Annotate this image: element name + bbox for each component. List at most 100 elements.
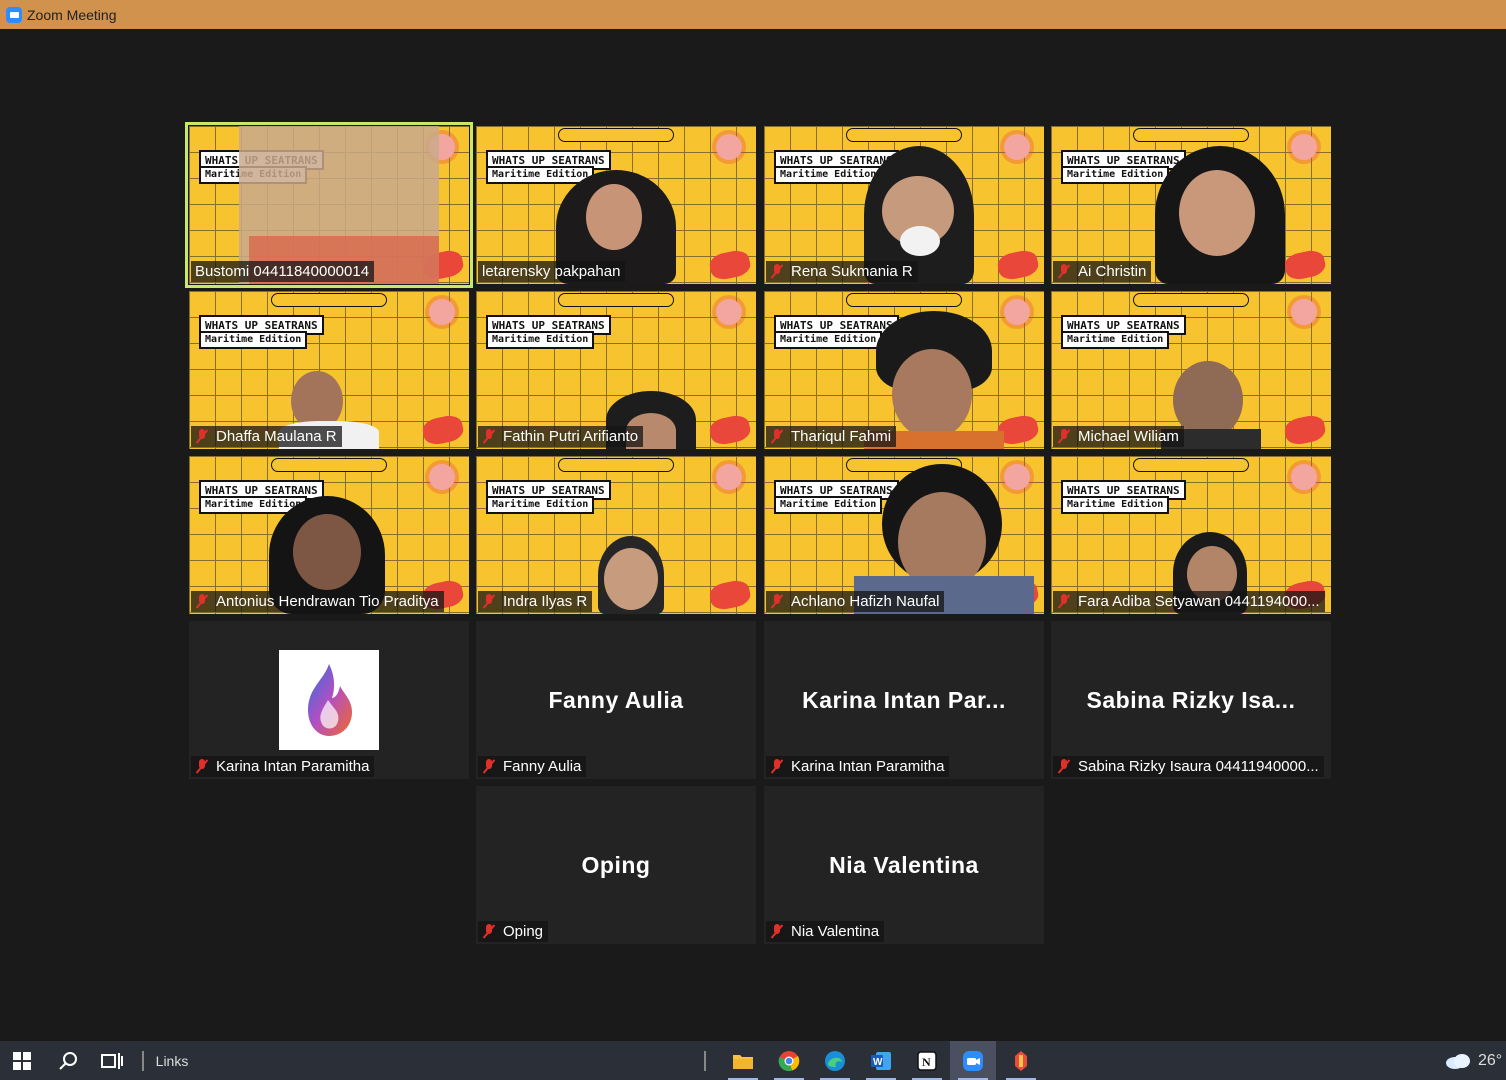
video-tile[interactable]: WHATS UP SEATRANS Maritime Edition Anton… — [189, 456, 469, 614]
muted-microphone-icon — [482, 594, 496, 609]
video-tile[interactable]: Nia Valentina Nia Valentina — [764, 786, 1044, 944]
muted-microphone-icon — [770, 429, 784, 444]
participant-name-label: Fathin Putri Arifianto — [478, 426, 644, 447]
video-tile[interactable]: WHATS UP SEATRANS Maritime Edition Achla… — [764, 456, 1044, 614]
search-button[interactable] — [46, 1041, 90, 1080]
windows-taskbar: Links W N 26° — [0, 1041, 1506, 1080]
video-tile[interactable]: Fanny Aulia Fanny Aulia — [476, 621, 756, 779]
links-label: Links — [155, 1052, 189, 1069]
video-tile[interactable]: WHATS UP SEATRANS Maritime Edition Ai Ch… — [1051, 126, 1331, 284]
participant-display-name: Karina Intan Par... — [802, 687, 1006, 713]
muted-microphone-icon — [1057, 264, 1071, 279]
video-tile[interactable]: WHATS UP SEATRANS Maritime Edition Dhaff… — [189, 291, 469, 449]
video-tile[interactable]: WHATS UP SEATRANS Maritime Edition Fara … — [1051, 456, 1331, 614]
participant-name-label: letarensky pakpahan — [478, 261, 626, 282]
windows-logo-icon — [13, 1051, 31, 1070]
muted-microphone-icon — [482, 429, 496, 444]
participant-name-label: Karina Intan Paramitha — [766, 756, 950, 777]
video-tile[interactable]: WHATS UP SEATRANS Maritime Edition letar… — [476, 126, 756, 284]
video-tile[interactable]: WHATS UP SEATRANS Maritime Edition Indra… — [476, 456, 756, 614]
taskbar-app-chrome[interactable] — [766, 1041, 812, 1080]
event-banner-subtitle: Maritime Edition — [1061, 496, 1170, 514]
taskbar-app-powertoys[interactable] — [998, 1041, 1044, 1080]
task-view-button[interactable] — [90, 1041, 134, 1080]
participant-name-label: Ai Christin — [1053, 261, 1152, 282]
search-icon — [59, 1051, 77, 1070]
event-logo-bar — [271, 293, 387, 307]
taskbar-app-word[interactable]: W — [858, 1041, 904, 1080]
event-logo-bar — [271, 458, 387, 472]
zoom-app-icon — [6, 6, 22, 23]
event-banner-subtitle: Maritime Edition — [1061, 166, 1170, 184]
participant-name-label: Rena Sukmania R — [766, 261, 918, 282]
task-view-icon — [101, 1052, 123, 1069]
taskbar-app-file-explorer[interactable] — [720, 1041, 766, 1080]
event-logo-bar — [1133, 458, 1249, 472]
event-banner-subtitle: Maritime Edition — [199, 331, 308, 349]
event-banner-subtitle: Maritime Edition — [774, 166, 883, 184]
weather-widget[interactable] — [1440, 1041, 1476, 1080]
svg-text:N: N — [922, 1055, 931, 1069]
muted-microphone-icon — [1057, 759, 1071, 774]
taskbar-app-edge[interactable] — [812, 1041, 858, 1080]
muted-microphone-icon — [482, 924, 496, 939]
cloud-icon — [1446, 1053, 1470, 1069]
event-logo-bar — [1133, 293, 1249, 307]
toolbar-divider — [704, 1051, 706, 1071]
participant-display-name: Nia Valentina — [829, 852, 979, 878]
participant-name-label: Michael Wiliam — [1053, 426, 1184, 447]
video-tile[interactable]: Karina Intan Par... Karina Intan Paramit… — [764, 621, 1044, 779]
video-tile[interactable]: Sabina Rizky Isa... Sabina Rizky Isaura … — [1051, 621, 1331, 779]
event-banner-subtitle: Maritime Edition — [486, 496, 595, 514]
event-logo-bar — [846, 128, 962, 142]
participant-name-label: Fara Adiba Setyawan 0441194000... — [1053, 591, 1325, 612]
word-icon: W — [871, 1051, 891, 1070]
event-banner-subtitle: Maritime Edition — [1061, 331, 1170, 349]
event-logo-bar — [558, 458, 674, 472]
participant-name-label: Achlano Hafizh Naufal — [766, 591, 945, 612]
participant-name-label: Thariqul Fahmi — [766, 426, 897, 447]
muted-microphone-icon — [1057, 594, 1071, 609]
event-banner-subtitle: Maritime Edition — [486, 331, 595, 349]
weather-temperature[interactable]: 26° — [1478, 1041, 1506, 1080]
muted-microphone-icon — [195, 759, 209, 774]
folder-icon — [733, 1054, 753, 1069]
video-tile[interactable]: WHATS UP SEATRANS Maritime Edition Busto… — [185, 122, 473, 288]
taskbar-app-zoom[interactable] — [950, 1041, 996, 1080]
participant-name-label: Karina Intan Paramitha — [191, 756, 375, 777]
event-banner-subtitle: Maritime Edition — [774, 496, 883, 514]
chrome-icon — [778, 1050, 800, 1071]
profile-avatar — [279, 650, 379, 750]
video-tile[interactable]: Karina Intan Paramitha — [189, 621, 469, 779]
window-title-bar[interactable]: Zoom Meeting — [0, 0, 1506, 29]
video-tile[interactable]: WHATS UP SEATRANS Maritime Edition Rena … — [764, 126, 1044, 284]
participant-name-label: Sabina Rizky Isaura 04411940000... — [1053, 756, 1324, 777]
muted-microphone-icon — [195, 594, 209, 609]
participant-name-label: Nia Valentina — [766, 921, 885, 942]
links-toolbar[interactable]: Links — [150, 1041, 194, 1080]
muted-microphone-icon — [770, 924, 784, 939]
muted-microphone-icon — [770, 594, 784, 609]
video-tile[interactable]: WHATS UP SEATRANS Maritime Edition Thari… — [764, 291, 1044, 449]
video-tile[interactable]: WHATS UP SEATRANS Maritime Edition Fathi… — [476, 291, 756, 449]
participant-display-name: Fanny Aulia — [548, 687, 684, 713]
zoom-icon — [963, 1050, 983, 1071]
participant-name-label: Antonius Hendrawan Tio Praditya — [191, 591, 444, 612]
event-logo-bar — [558, 128, 674, 142]
participant-name-label: Fanny Aulia — [478, 756, 587, 777]
svg-text:W: W — [873, 1057, 883, 1068]
participant-name-label: Dhaffa Maulana R — [191, 426, 342, 447]
event-banner-subtitle: Maritime Edition — [774, 331, 883, 349]
gallery-view: WHATS UP SEATRANS Maritime Edition Busto… — [0, 29, 1506, 1041]
participant-display-name: Sabina Rizky Isa... — [1086, 687, 1296, 713]
participant-name-label: Indra Ilyas R — [478, 591, 593, 612]
muted-microphone-icon — [770, 264, 784, 279]
powertoys-icon — [1015, 1050, 1027, 1071]
window-title: Zoom Meeting — [27, 6, 117, 23]
taskbar-app-notion[interactable]: N — [904, 1041, 950, 1080]
video-tile[interactable]: Oping Oping — [476, 786, 756, 944]
event-logo-bar — [558, 293, 674, 307]
start-button[interactable] — [0, 1041, 44, 1080]
event-logo-bar — [846, 293, 962, 307]
video-tile[interactable]: WHATS UP SEATRANS Maritime Edition Micha… — [1051, 291, 1331, 449]
